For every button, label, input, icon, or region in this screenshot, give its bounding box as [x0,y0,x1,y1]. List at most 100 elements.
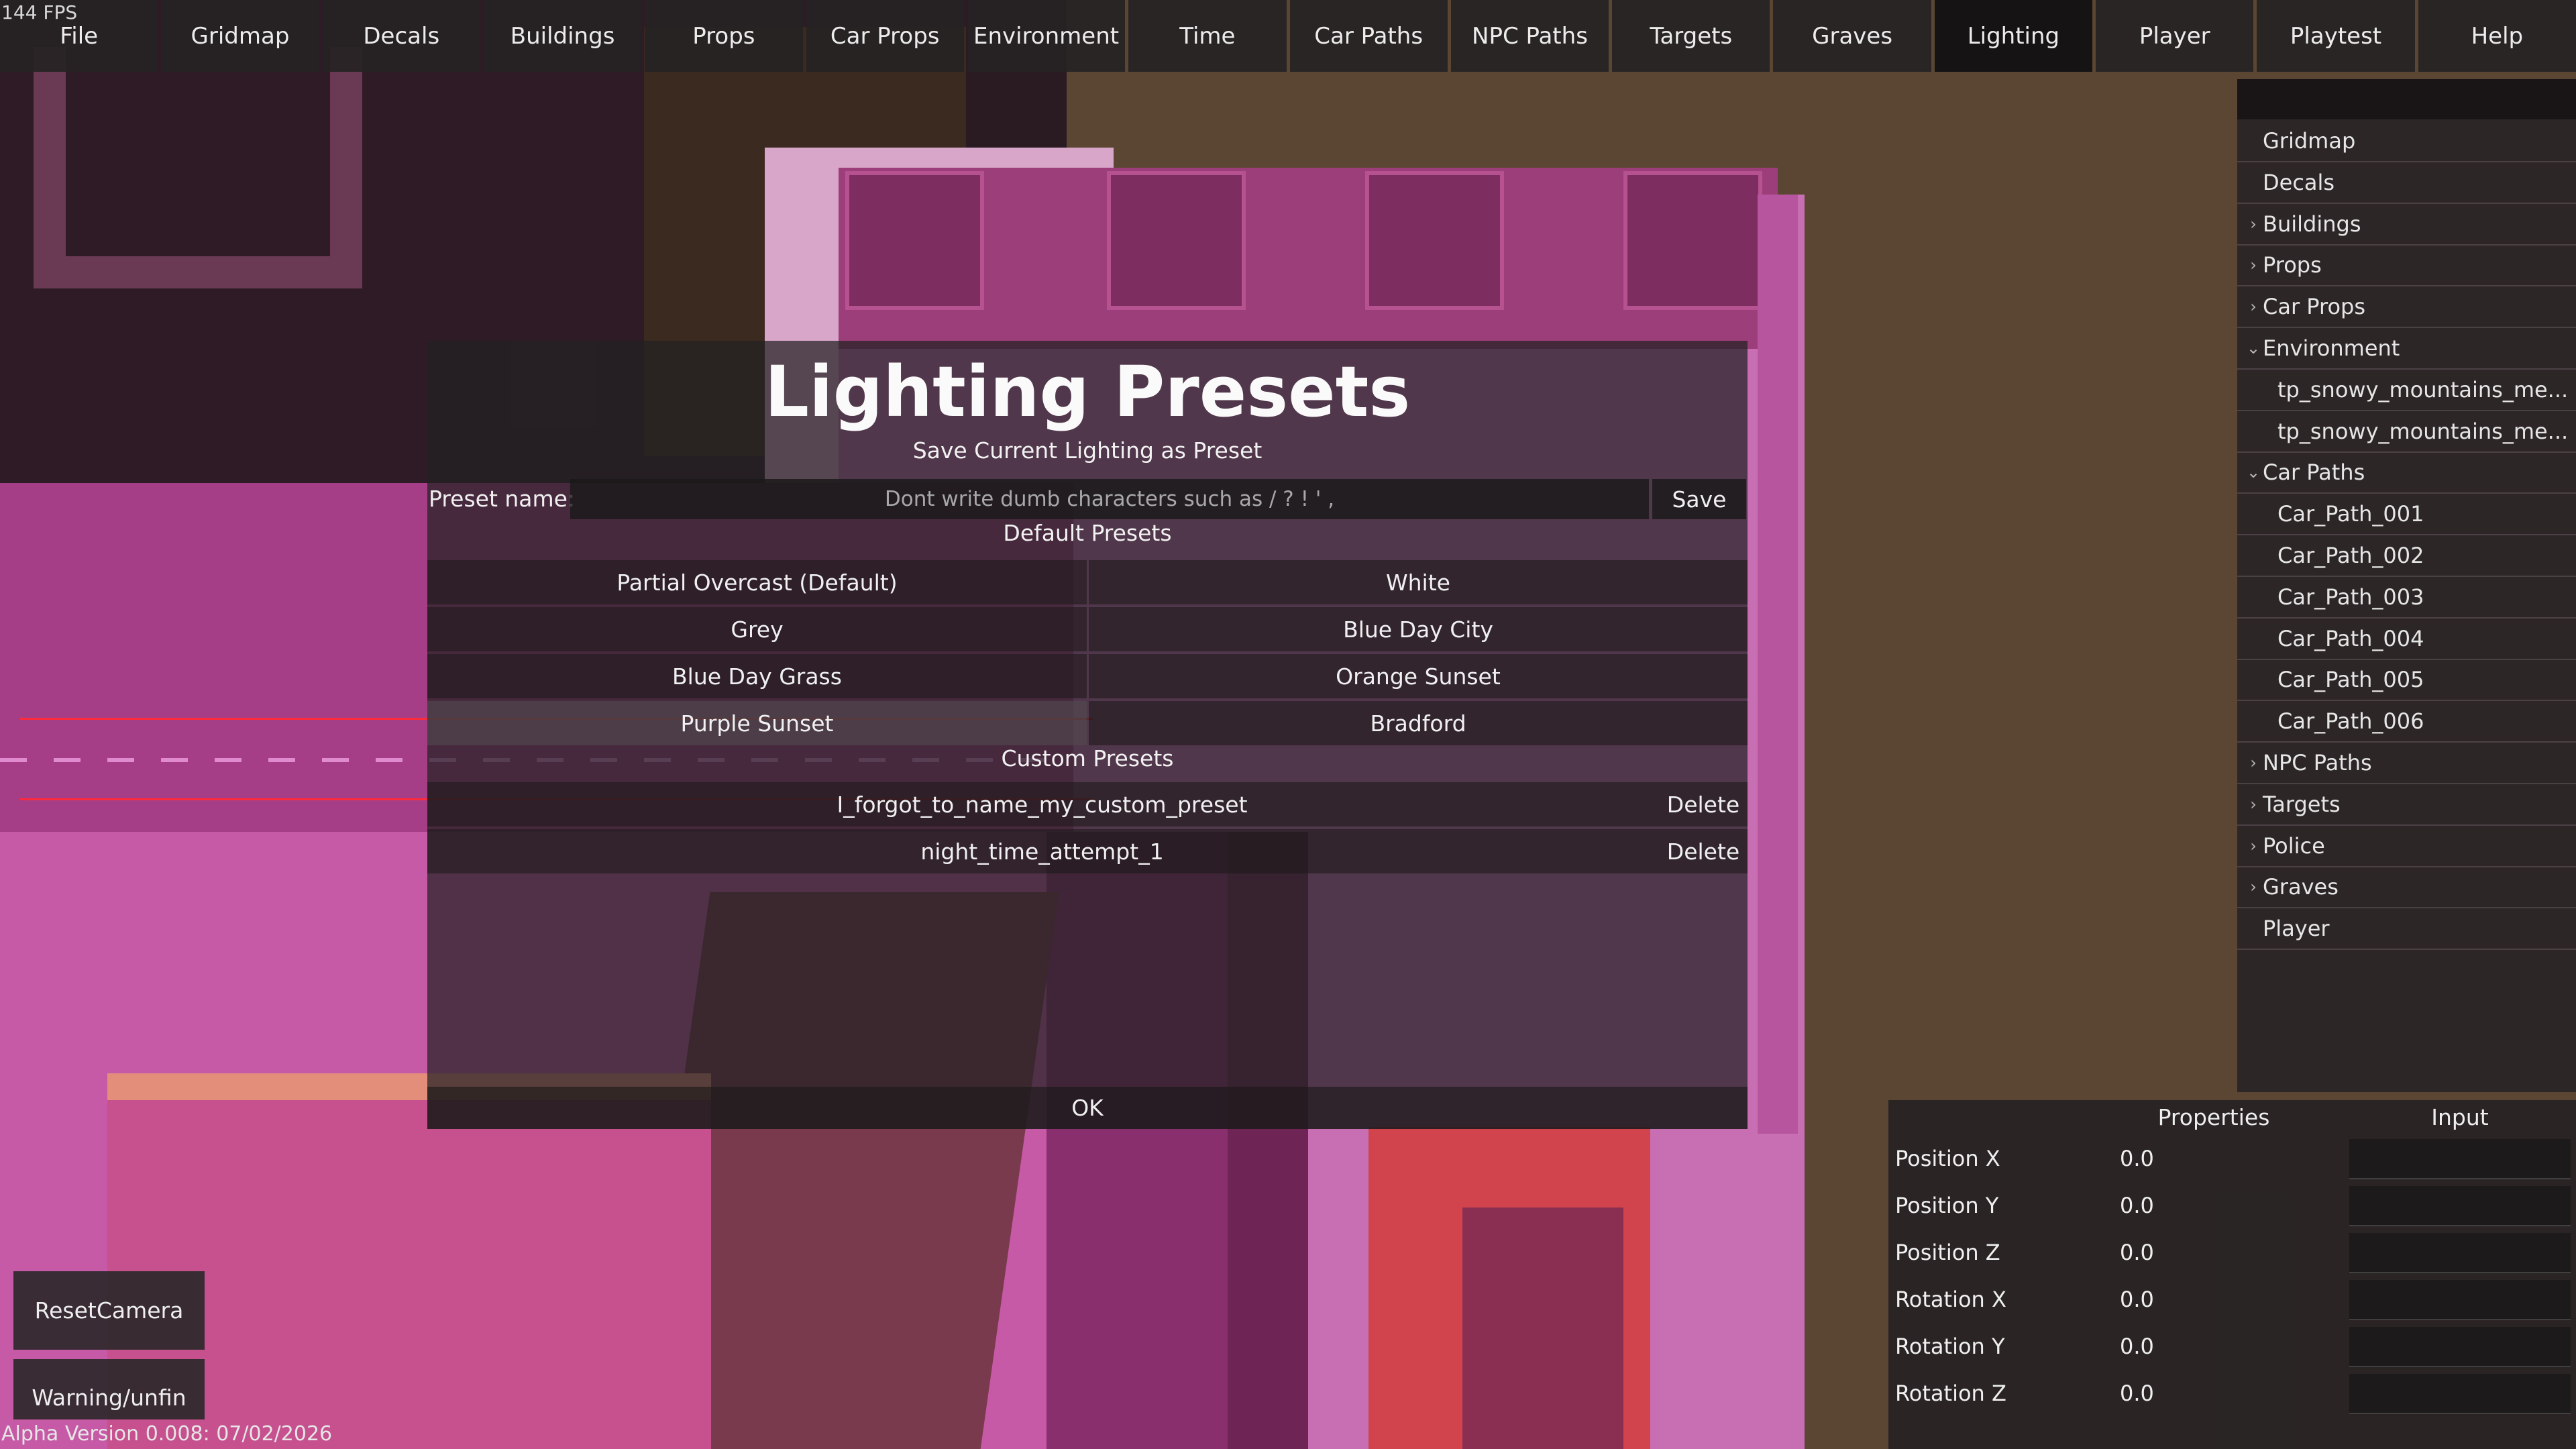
preset-button-blue-day-city[interactable]: Blue Day City [1089,607,1748,651]
outliner-item[interactable]: Player [2237,908,2576,950]
property-input-field[interactable] [2349,1139,2571,1179]
delete-preset-button[interactable]: Delete [1659,782,1748,826]
chevron-icon: › [2244,877,2263,896]
outliner-item[interactable]: tp_snowy_mountains_me... [2237,411,2576,453]
menu-time[interactable]: Time [1128,0,1286,72]
outliner-item[interactable]: Gridmap [2237,121,2576,162]
roof-box [1107,171,1246,310]
plaza-edge [1758,195,1798,1134]
menu-help[interactable]: Help [2418,0,2576,72]
outliner-item[interactable]: ›NPC Paths [2237,743,2576,784]
menu-props[interactable]: Props [645,0,802,72]
outliner-header [2237,79,2576,119]
dialog-title: Lighting Presets [427,351,1748,433]
outliner-item-label: Car_Path_002 [2277,543,2424,568]
roof-box [845,171,984,310]
outliner-item[interactable]: Car_Path_001 [2237,494,2576,535]
menu-car-paths[interactable]: Car Paths [1290,0,1448,72]
outliner-item[interactable]: tp_snowy_mountains_me... [2237,370,2576,411]
lighting-presets-dialog: Lighting Presets Save Current Lighting a… [427,341,1748,1129]
preset-button-grey[interactable]: Grey [427,607,1087,651]
property-value: 0.0 [2120,1276,2154,1323]
custom-preset-button[interactable]: I_forgot_to_name_my_custom_preset [427,782,1657,826]
outliner-item-label: NPC Paths [2263,750,2372,775]
chevron-icon: ⌄ [2244,339,2263,358]
menu-gridmap[interactable]: Gridmap [161,0,319,72]
park-path [34,47,362,288]
ok-button[interactable]: OK [427,1087,1748,1129]
outliner-item[interactable]: Decals [2237,162,2576,204]
chevron-icon: › [2244,753,2263,772]
preset-button-white[interactable]: White [1089,560,1748,604]
property-input-field[interactable] [2349,1374,2571,1414]
property-input-field[interactable] [2349,1327,2571,1367]
property-value: 0.0 [2120,1229,2154,1276]
scene-outliner: GridmapDecals›Buildings›Props›Car Props⌄… [2237,79,2576,1092]
outliner-item[interactable]: ›Targets [2237,784,2576,826]
preset-button-partial-overcast-default[interactable]: Partial Overcast (Default) [427,560,1087,604]
menu-graves[interactable]: Graves [1773,0,1931,72]
menu-environment[interactable]: Environment [967,0,1125,72]
menu-car-props[interactable]: Car Props [806,0,964,72]
outliner-item[interactable]: ⌄Car Paths [2237,452,2576,494]
outliner-item-label: Gridmap [2263,128,2355,154]
property-label: Rotation Y [1895,1323,2005,1370]
menu-npc-paths[interactable]: NPC Paths [1451,0,1609,72]
outliner-item-label: Graves [2263,874,2339,900]
outliner-item[interactable]: Car_Path_003 [2237,577,2576,619]
menu-buildings[interactable]: Buildings [484,0,641,72]
outliner-item[interactable]: ›Police [2237,826,2576,867]
outliner-item-label: Environment [2263,335,2400,361]
outliner-item[interactable]: Car_Path_004 [2237,619,2576,660]
property-value: 0.0 [2120,1135,2154,1182]
custom-preset-button[interactable]: night_time_attempt_1 [427,829,1657,873]
property-input-field[interactable] [2349,1186,2571,1226]
chevron-icon: ⌄ [2244,463,2263,482]
preset-button-purple-sunset[interactable]: Purple Sunset [427,701,1087,745]
outliner-item[interactable]: ›Props [2237,245,2576,286]
menu-lighting[interactable]: Lighting [1935,0,2092,72]
right-building-top [1462,1208,1623,1449]
outliner-item-label: Car_Path_003 [2277,584,2424,610]
default-presets-label: Default Presets [427,520,1748,546]
outliner-item[interactable]: Car_Path_005 [2237,659,2576,701]
property-row: Rotation X0.0 [1888,1276,2576,1323]
preset-name-label: Preset name: [429,478,575,519]
version-label: Alpha Version 0.008: 07/02/2026 [1,1422,332,1446]
outliner-item[interactable]: ›Buildings [2237,204,2576,246]
outliner-item-label: Targets [2263,792,2341,817]
preset-button-blue-day-grass[interactable]: Blue Day Grass [427,654,1087,698]
preset-name-input[interactable] [570,479,1649,519]
warning-button[interactable]: Warning/unfin [13,1359,205,1419]
property-label: Rotation Z [1895,1370,2006,1417]
property-input-field[interactable] [2349,1233,2571,1273]
outliner-item-label: Car_Path_006 [2277,708,2424,734]
property-input-field[interactable] [2349,1280,2571,1320]
outliner-item[interactable]: Car_Path_002 [2237,535,2576,577]
menu-decals[interactable]: Decals [323,0,480,72]
outliner-item-label: Car_Path_004 [2277,626,2424,651]
outliner-item-label: Car_Path_005 [2277,667,2424,692]
outliner-item[interactable]: Car_Path_006 [2237,701,2576,743]
reset-camera-button[interactable]: ResetCamera [13,1271,205,1350]
chevron-icon: › [2244,795,2263,814]
delete-preset-button[interactable]: Delete [1659,829,1748,873]
menu-player[interactable]: Player [2096,0,2253,72]
preset-button-orange-sunset[interactable]: Orange Sunset [1089,654,1748,698]
chevron-icon: › [2244,256,2263,274]
custom-presets-label: Custom Presets [427,745,1748,771]
menu-playtest[interactable]: Playtest [2257,0,2414,72]
outliner-item-label: Police [2263,833,2325,859]
chevron-icon: › [2244,297,2263,316]
preset-button-bradford[interactable]: Bradford [1089,701,1748,745]
outliner-item[interactable]: ⌄Environment [2237,328,2576,370]
outliner-item[interactable]: ›Graves [2237,867,2576,908]
outliner-item-label: tp_snowy_mountains_me... [2277,377,2568,402]
menu-targets[interactable]: Targets [1612,0,1770,72]
outliner-item[interactable]: ›Car Props [2237,286,2576,328]
save-preset-button[interactable]: Save [1652,479,1746,519]
custom-preset-row: I_forgot_to_name_my_custom_presetDelete [427,782,1748,826]
outliner-item-label: Car_Path_001 [2277,501,2424,527]
property-label: Position Y [1895,1182,1998,1229]
property-label: Position Z [1895,1229,2000,1276]
